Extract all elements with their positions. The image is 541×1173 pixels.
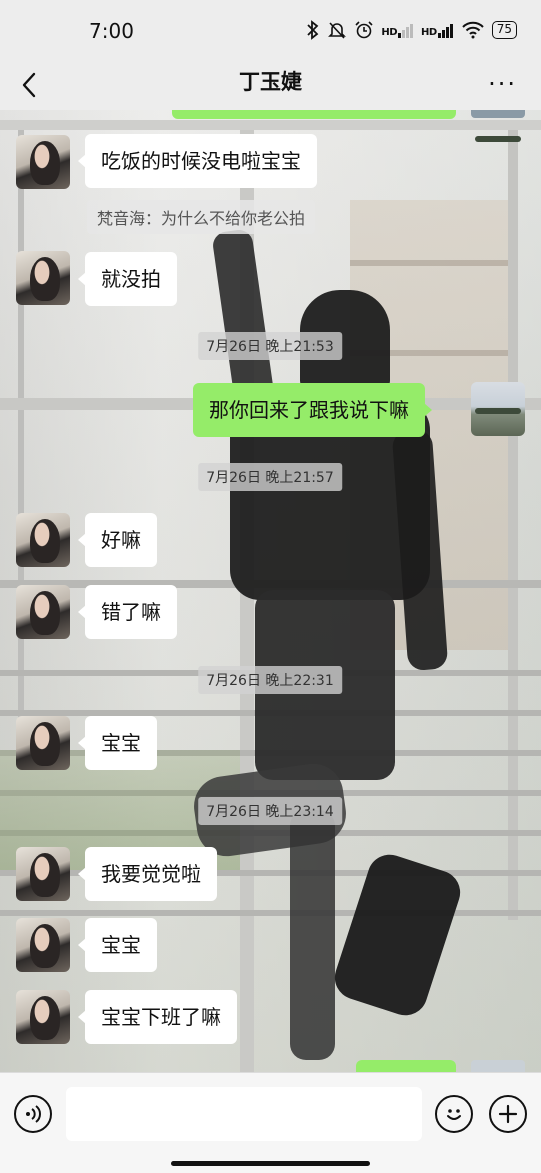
- message-bubble[interactable]: 好嘛: [78, 513, 157, 567]
- timestamp: 7月26日 晚上21:53: [198, 332, 342, 360]
- signal-hd-2-icon: HD: [421, 22, 454, 38]
- contact-avatar[interactable]: [16, 990, 70, 1044]
- bluetooth-icon: [307, 20, 319, 40]
- message-bubble[interactable]: 错了嘛: [78, 585, 177, 639]
- message-bubble[interactable]: 就没拍: [78, 252, 177, 306]
- message-bubble[interactable]: 宝宝下班了嘛: [78, 990, 237, 1044]
- more-dots-icon[interactable]: ···: [488, 70, 517, 98]
- mute-icon: [328, 22, 347, 39]
- message-input[interactable]: [66, 1087, 422, 1141]
- wifi-icon: [462, 21, 484, 39]
- battery-icon: 75: [491, 21, 517, 39]
- contact-avatar[interactable]: [16, 513, 70, 567]
- contact-avatar[interactable]: [16, 251, 70, 305]
- contact-avatar[interactable]: [16, 847, 70, 901]
- status-icons: HD HD 75: [306, 20, 517, 40]
- home-indicator[interactable]: [171, 1161, 370, 1166]
- plus-icon[interactable]: [489, 1095, 527, 1133]
- message-bubble[interactable]: 宝宝: [78, 918, 157, 972]
- chat-area[interactable]: 吃饭的时候没电啦宝宝 梵音海：为什么不给你老公拍 就没拍 7月26日 晚上21:…: [0, 110, 541, 1072]
- message-bubble[interactable]: 我要觉觉啦: [78, 847, 217, 901]
- timestamp: 7月26日 晚上21:57: [198, 463, 342, 491]
- partial-bubble-top: [172, 110, 456, 119]
- signal-hd-1-icon: HD: [381, 22, 414, 38]
- partial-avatar-bottom: [471, 1060, 525, 1072]
- chat-header: 丁玉婕 ···: [0, 58, 541, 110]
- message-bubble-self[interactable]: 那你回来了跟我说下嘛: [193, 383, 432, 437]
- timestamp: 7月26日 晚上23:14: [198, 797, 342, 825]
- partial-avatar-top: [471, 110, 525, 142]
- contact-avatar[interactable]: [16, 585, 70, 639]
- quoted-message[interactable]: 梵音海：为什么不给你老公拍: [87, 200, 316, 234]
- voice-icon[interactable]: [14, 1095, 52, 1133]
- message-bubble[interactable]: 宝宝: [78, 716, 157, 770]
- wallpaper: [0, 110, 541, 1072]
- input-bar: [0, 1072, 541, 1173]
- alarm-icon: [355, 21, 373, 39]
- status-time: 7:00: [89, 19, 134, 43]
- emoji-icon[interactable]: [435, 1095, 473, 1133]
- contact-avatar[interactable]: [16, 716, 70, 770]
- contact-avatar[interactable]: [16, 135, 70, 189]
- partial-bubble-bottom: [356, 1060, 456, 1072]
- contact-avatar[interactable]: [16, 918, 70, 972]
- timestamp: 7月26日 晚上22:31: [198, 666, 342, 694]
- message-bubble[interactable]: 吃饭的时候没电啦宝宝: [78, 134, 317, 188]
- self-avatar[interactable]: [471, 382, 525, 436]
- status-bar: 7:00 HD HD 75: [0, 0, 541, 58]
- chat-title: 丁玉婕: [239, 70, 302, 94]
